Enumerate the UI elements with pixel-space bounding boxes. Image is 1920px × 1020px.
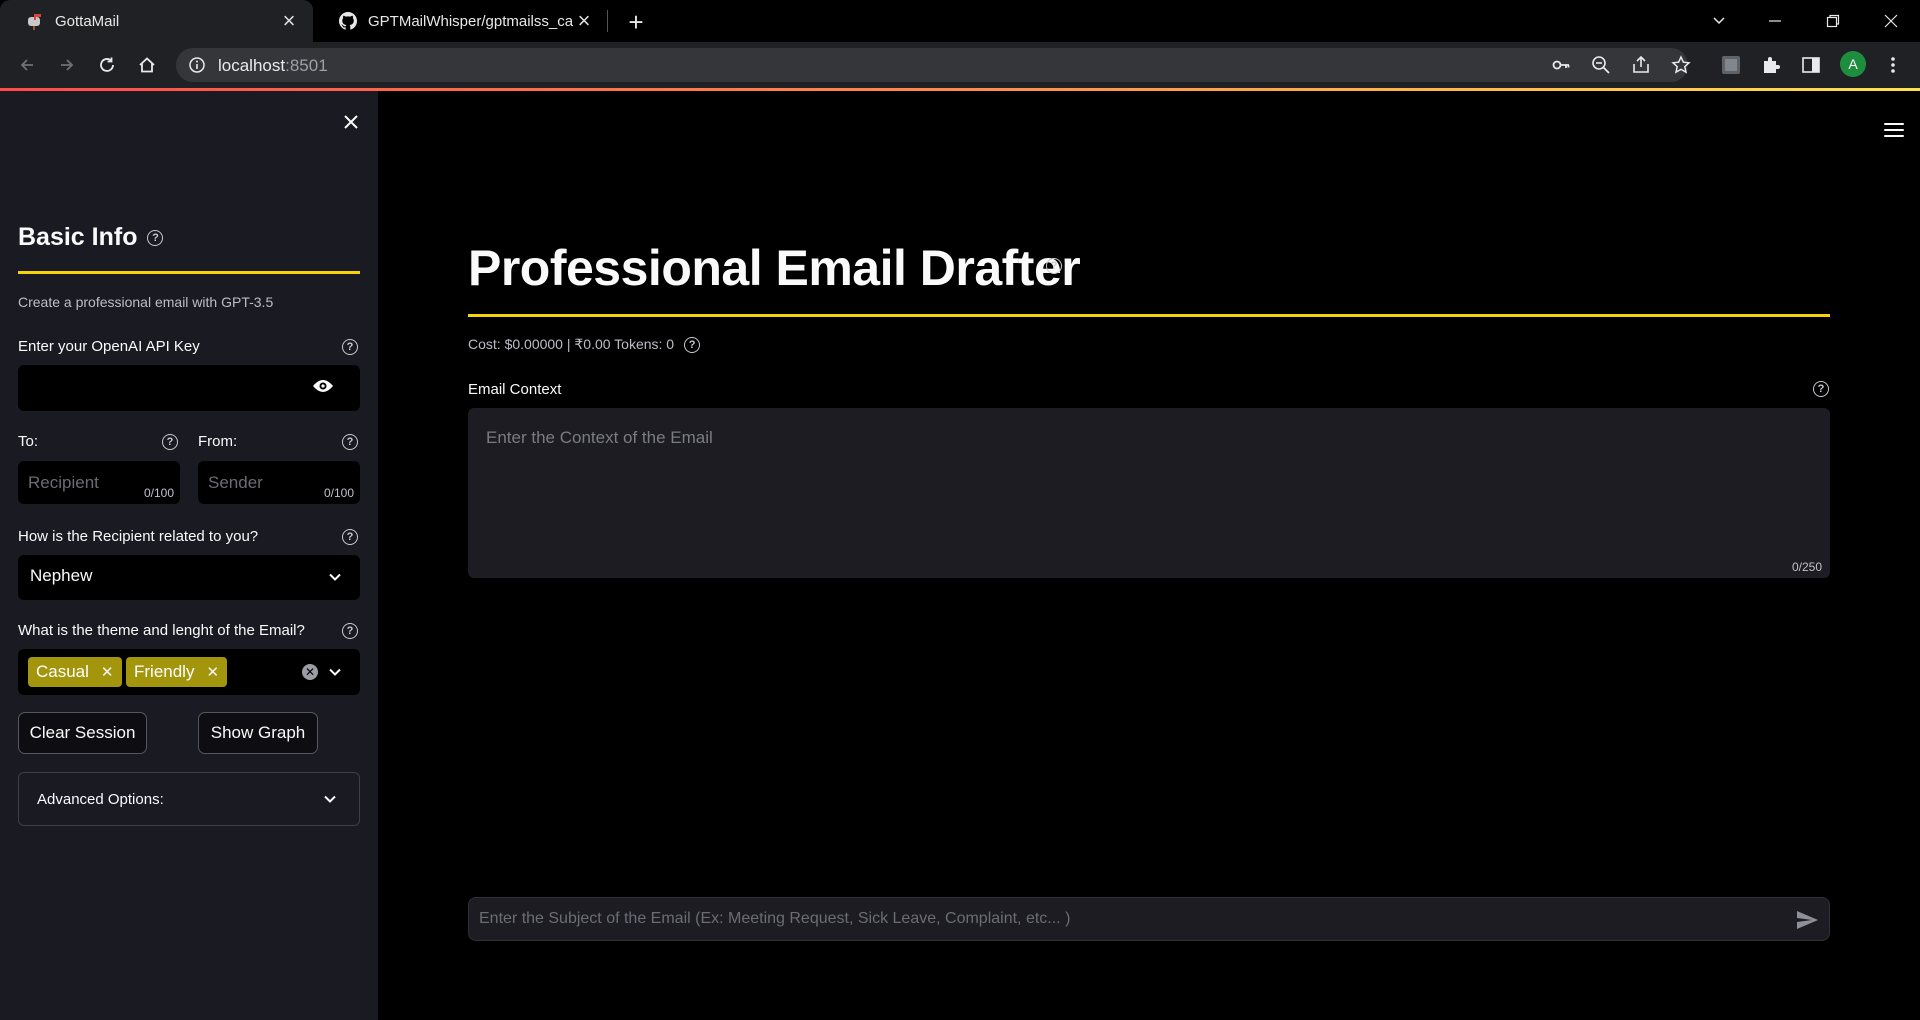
profile-avatar[interactable]: A [1840,51,1866,77]
title-divider [468,314,1830,317]
sidebar-divider [18,271,360,274]
email-context-placeholder: Enter the Context of the Email [486,428,713,447]
subject-chat-input[interactable]: Enter the Subject of the Email (Ex: Meet… [468,897,1830,941]
to-label: To: [18,433,39,450]
subject-placeholder: Enter the Subject of the Email (Ex: Meet… [479,910,1071,927]
cost-text: Cost: $0.00000 | ₹0.00 Tokens: 0 [468,336,675,352]
chip-label: Casual [36,662,89,681]
tab-search-icon[interactable] [1702,4,1736,38]
tab-gottamail[interactable]: GottaMail × [0,0,313,42]
chip-casual: Casual ✕ [28,657,122,687]
show-password-eye-icon[interactable] [312,378,334,399]
back-icon[interactable] [11,49,43,81]
relation-selected-value: Nephew [30,566,93,585]
hamburger-menu-icon[interactable] [1884,123,1904,139]
close-tab-icon[interactable]: × [574,10,594,32]
chevron-down-icon [323,792,337,806]
zoom-out-icon[interactable] [1588,52,1614,78]
sender-placeholder: Sender [208,473,263,492]
reload-icon[interactable] [91,49,123,81]
bookmark-star-icon[interactable] [1668,52,1694,78]
remove-chip-icon[interactable]: ✕ [206,663,219,681]
email-context-label: Email Context [468,381,562,398]
help-icon[interactable]: ? [342,529,358,545]
browser-tab-bar: GottaMail × GPTMailWhisper/gptmailss_can… [0,0,1920,42]
key-icon[interactable] [1548,52,1574,78]
tab-separator [607,10,608,32]
side-panel-icon[interactable] [1798,52,1824,78]
new-tab-icon[interactable]: + [622,7,650,37]
forward-icon[interactable] [51,49,83,81]
tab-title: GPTMailWhisper/gptmailss_can_c [368,12,574,30]
chip-friendly: Friendly ✕ [126,657,228,687]
sidebar-close-icon[interactable] [338,109,364,135]
help-icon[interactable]: ? [147,229,164,246]
api-key-input[interactable] [18,365,360,411]
advanced-options-expander[interactable]: Advanced Options: [18,772,360,826]
home-icon[interactable] [131,49,163,81]
help-icon[interactable]: ? [1046,258,1062,274]
theme-label: What is the theme and lenght of the Emai… [18,622,305,639]
clear-all-icon[interactable]: ✕ [302,664,318,680]
expander-label: Advanced Options: [37,791,164,808]
help-icon[interactable]: ? [1813,381,1829,397]
url-port: :8501 [285,56,328,75]
show-graph-button[interactable]: Show Graph [198,712,318,754]
send-icon[interactable] [1795,908,1819,932]
recipient-placeholder: Recipient [28,473,99,492]
sidebar-caption: Create a professional email with GPT-3.5 [18,294,274,310]
help-icon[interactable]: ? [342,339,358,355]
help-icon[interactable]: ? [684,336,701,353]
main-content: Professional Email Drafter ? Cost: $0.00… [378,91,1920,1020]
cost-caption: Cost: $0.00000 | ₹0.00 Tokens: 0 ? [468,336,701,353]
char-counter: 0/100 [323,486,354,500]
from-label: From: [198,433,238,450]
close-tab-icon[interactable]: × [279,10,299,32]
restore-icon[interactable] [1816,4,1850,38]
clear-session-button[interactable]: Clear Session [18,712,147,754]
kebab-menu-icon[interactable] [1880,52,1906,78]
help-icon[interactable]: ? [342,434,358,450]
github-icon [339,12,357,30]
extensions-puzzle-icon[interactable] [1758,52,1784,78]
url-text: localhost:8501 [218,56,328,76]
help-icon[interactable]: ? [342,623,358,639]
tab-github[interactable]: GPTMailWhisper/gptmailss_can_c × [313,0,608,42]
mailbox-icon [26,12,44,30]
extension-app-icon[interactable] [1718,52,1744,78]
chevron-down-icon [328,570,342,584]
browser-toolbar: localhost:8501 [0,42,1920,88]
remove-chip-icon[interactable]: ✕ [101,663,114,681]
sidebar-title: Basic Info ? [18,223,164,252]
api-key-label: Enter your OpenAI API Key [18,338,200,355]
minimize-icon[interactable] [1758,4,1792,38]
help-icon[interactable]: ? [162,434,178,450]
sidebar: Basic Info ? Create a professional email… [0,91,378,1020]
email-context-textarea[interactable]: Enter the Context of the Email 0/250 [468,408,1830,578]
theme-multiselect[interactable]: Casual ✕ Friendly ✕ ✕ [18,649,360,695]
sidebar-title-text: Basic Info [18,223,138,251]
relation-label: How is the Recipient related to you? [18,528,259,545]
char-counter: 0/100 [143,486,174,500]
sender-input[interactable]: Sender 0/100 [198,461,360,504]
chip-label: Friendly [134,662,195,681]
window-close-icon[interactable] [1874,4,1908,38]
relation-select[interactable]: Nephew [18,555,360,600]
page-title: Professional Email Drafter [468,240,1081,296]
share-icon[interactable] [1628,52,1654,78]
char-counter: 0/250 [1791,560,1822,574]
url-host: localhost [218,56,286,75]
site-info-icon[interactable] [188,56,206,79]
tab-title: GottaMail [55,12,120,30]
recipient-input[interactable]: Recipient 0/100 [18,461,180,504]
chevron-down-icon[interactable] [328,665,342,679]
address-bar[interactable]: localhost:8501 [176,48,1688,82]
